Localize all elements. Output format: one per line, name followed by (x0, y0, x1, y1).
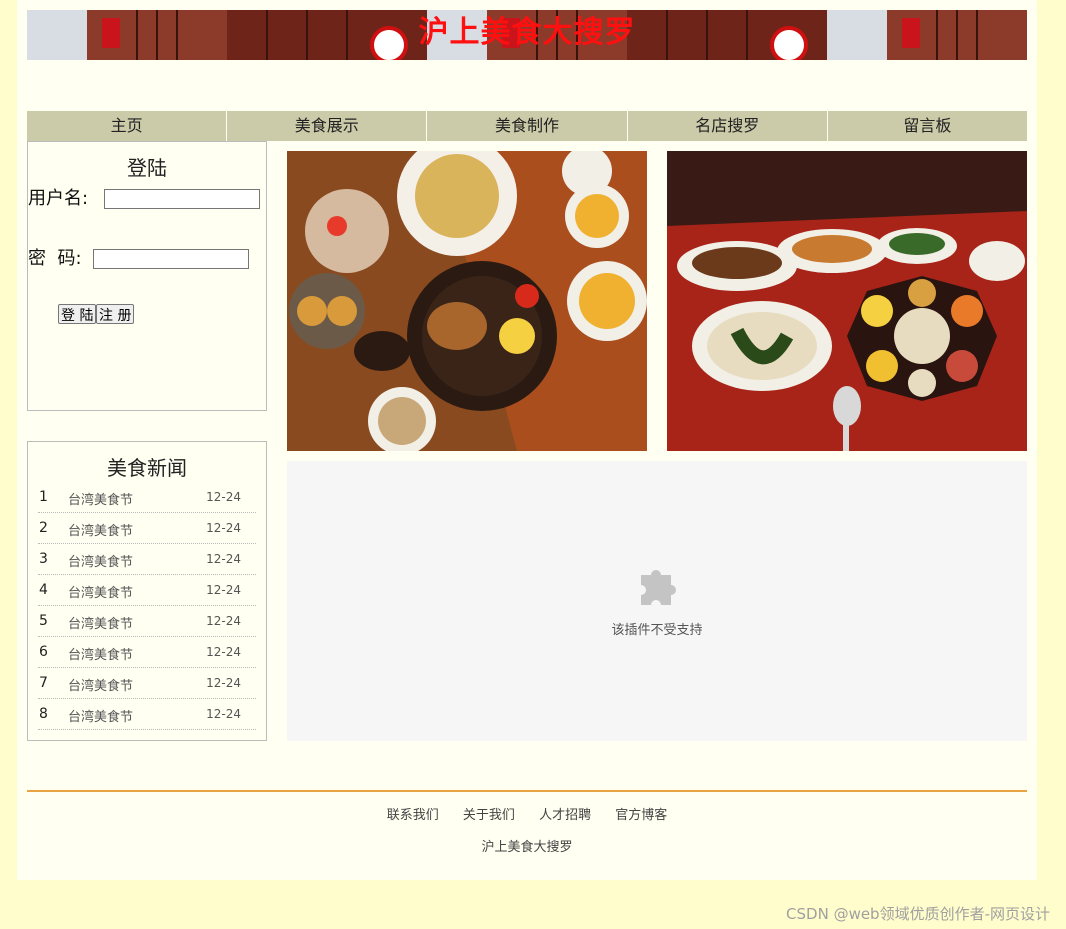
main-nav: 主页 美食展示 美食制作 名店搜罗 留言板 (27, 111, 1027, 141)
password-input[interactable] (93, 249, 250, 269)
news-link[interactable]: 台湾美食节 (68, 706, 133, 725)
site-title: 沪上美食大搜罗 (418, 15, 636, 50)
news-link[interactable]: 台湾美食节 (68, 520, 133, 539)
news-number: 1 (39, 489, 48, 505)
news-link[interactable]: 台湾美食节 (68, 489, 133, 508)
news-number: 2 (39, 520, 48, 536)
username-label: 用户名: (28, 188, 89, 209)
news-link[interactable]: 台湾美食节 (68, 582, 133, 601)
list-item[interactable]: 2 台湾美食节 12-24 (38, 513, 256, 544)
nav-item-famous-shops[interactable]: 名店搜罗 (628, 111, 828, 141)
list-item[interactable]: 7 台湾美食节 12-24 (38, 668, 256, 699)
list-item[interactable]: 8 台湾美食节 12-24 (38, 699, 256, 730)
puzzle-piece-icon (641, 570, 676, 605)
header-banner: 沪上美食大搜罗 (27, 10, 1027, 60)
list-item[interactable]: 6 台湾美食节 12-24 (38, 637, 256, 668)
news-number: 8 (39, 706, 48, 722)
login-panel: 登陆 用户名: 密 码: 登 陆 注 册 (27, 141, 267, 411)
login-button[interactable]: 登 陆 (58, 304, 97, 324)
news-link[interactable]: 台湾美食节 (68, 551, 133, 570)
news-date: 12-24 (206, 490, 241, 504)
news-link[interactable]: 台湾美食节 (68, 675, 133, 694)
unsupported-plugin-area: 该插件不受支持 (287, 461, 1027, 741)
plugin-unsupported-message: 该插件不受支持 (611, 623, 703, 638)
footer-link-careers[interactable]: 人才招聘 (539, 804, 591, 823)
register-button[interactable]: 注 册 (96, 304, 135, 324)
news-date: 12-24 (206, 583, 241, 597)
news-date: 12-24 (206, 552, 241, 566)
news-link[interactable]: 台湾美食节 (68, 613, 133, 632)
list-item[interactable]: 4 台湾美食节 12-24 (38, 575, 256, 606)
password-row: 密 码: (28, 244, 250, 270)
food-news-panel: 美食新闻 1 台湾美食节 12-24 2 台湾美食节 12-24 3 台湾美食节 12-24… (27, 441, 267, 741)
nav-item-food-making[interactable]: 美食制作 (427, 111, 628, 141)
password-label: 密 码: (28, 248, 82, 269)
login-title: 登陆 (127, 156, 167, 180)
news-date: 12-24 (206, 614, 241, 628)
news-number: 6 (39, 644, 48, 660)
news-list: 1 台湾美食节 12-24 2 台湾美食节 12-24 3 台湾美食节 12-24 4 台湾美… (38, 482, 256, 730)
page-container: 沪上美食大搜罗 主页 美食展示 美食制作 名店搜罗 留言板 登陆 用户名: 密 … (17, 0, 1037, 880)
footer-site-name: 沪上美食大搜罗 (481, 840, 573, 855)
csdn-watermark: CSDN @web领域优质创作者-网页设计 (786, 905, 1050, 923)
footer-link-blog[interactable]: 官方博客 (615, 804, 667, 823)
footer-links: 联系我们 关于我们 人才招聘 官方博客 (17, 804, 1037, 823)
footer-link-contact[interactable]: 联系我们 (387, 804, 439, 823)
footer-link-about[interactable]: 关于我们 (463, 804, 515, 823)
news-title: 美食新闻 (107, 456, 187, 480)
footer-divider (27, 790, 1027, 792)
news-number: 5 (39, 613, 48, 629)
news-date: 12-24 (206, 707, 241, 721)
username-input[interactable] (103, 189, 260, 209)
news-date: 12-24 (206, 645, 241, 659)
username-row: 用户名: (28, 184, 260, 210)
list-item[interactable]: 5 台湾美食节 12-24 (38, 606, 256, 637)
food-photo-chinese (667, 151, 1027, 451)
list-item[interactable]: 3 台湾美食节 12-24 (38, 544, 256, 575)
nav-item-home[interactable]: 主页 (27, 111, 228, 141)
news-number: 7 (39, 675, 48, 691)
news-date: 12-24 (206, 521, 241, 535)
nav-item-food-display[interactable]: 美食展示 (227, 111, 428, 141)
list-item[interactable]: 1 台湾美食节 12-24 (38, 482, 256, 513)
news-link[interactable]: 台湾美食节 (68, 644, 133, 663)
news-number: 3 (39, 551, 48, 567)
news-date: 12-24 (206, 676, 241, 690)
nav-item-message-board[interactable]: 留言板 (828, 111, 1027, 141)
news-number: 4 (39, 582, 48, 598)
food-photo-western (287, 151, 647, 451)
